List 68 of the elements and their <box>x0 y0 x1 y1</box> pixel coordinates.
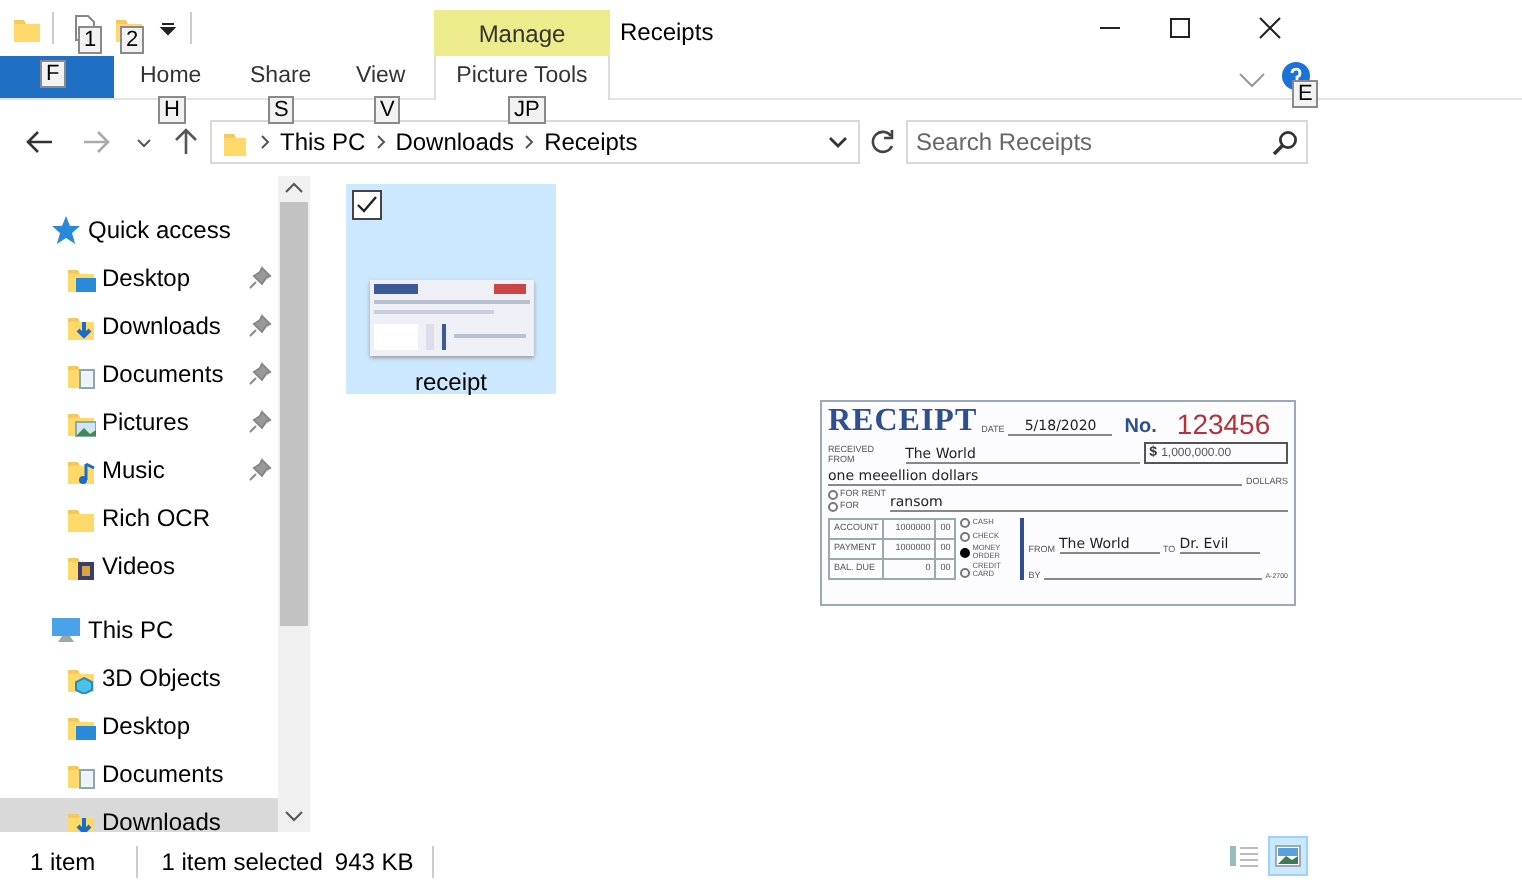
pin-icon[interactable] <box>248 410 272 434</box>
nav-item[interactable]: Documents <box>0 350 278 398</box>
keytip-tooltip: JP <box>508 96 546 124</box>
breadcrumb-item[interactable]: Receipts <box>544 124 638 160</box>
computer-icon <box>50 614 82 646</box>
breadcrumb-item[interactable]: Downloads <box>395 124 515 160</box>
pin-icon[interactable] <box>248 458 272 482</box>
pin-icon[interactable] <box>248 266 272 290</box>
scroll-up-icon[interactable] <box>284 182 304 194</box>
refresh-icon[interactable] <box>868 128 896 156</box>
keytip-tooltip: E <box>1292 80 1319 108</box>
large-icons-view-icon <box>1272 840 1304 872</box>
file-tile[interactable]: receipt <box>346 184 556 394</box>
nav-item[interactable]: Pictures <box>0 398 278 446</box>
selection-status: 1 item selected <box>161 846 323 880</box>
dropdown-icon[interactable] <box>828 134 848 150</box>
folder-icon <box>222 128 246 156</box>
dropdown-icon[interactable] <box>158 18 178 38</box>
nav-item[interactable]: Downloads <box>0 798 278 832</box>
view-button[interactable] <box>1268 836 1308 876</box>
nav-item[interactable]: 3D Objects <box>0 654 278 702</box>
item-count: 1 item <box>30 846 96 880</box>
keytip-tooltip: 1 <box>78 26 103 54</box>
keytip-tooltip: V <box>374 96 401 124</box>
window-title: Receipts <box>620 16 714 50</box>
receipt-number: 123456 <box>1176 410 1271 438</box>
keytip-tooltip: 2 <box>120 26 145 54</box>
checkbox[interactable] <box>352 190 382 220</box>
keytip-tooltip: H <box>158 96 186 124</box>
ribbon-tab[interactable]: Home <box>140 56 202 100</box>
nav-item[interactable]: Music <box>0 446 278 494</box>
search-field[interactable]: Search Receipts <box>906 120 1308 164</box>
up-arrow-icon[interactable] <box>174 126 198 154</box>
nav-item[interactable]: Quick access <box>0 206 278 254</box>
nav-item[interactable]: Desktop <box>0 254 278 302</box>
ribbon-tab[interactable]: Share <box>250 56 312 100</box>
scrollbar[interactable] <box>278 176 310 832</box>
pin-icon[interactable] <box>248 314 272 338</box>
chevron-icon[interactable] <box>260 134 270 150</box>
search-icon[interactable] <box>1272 130 1298 156</box>
details-view-icon <box>1228 840 1260 872</box>
scroll-down-icon[interactable] <box>284 810 304 822</box>
chevron-icon[interactable] <box>524 134 535 150</box>
breadcrumb-item[interactable]: This PC <box>280 124 366 160</box>
file-tab[interactable]: F <box>0 56 114 98</box>
number-label: No. <box>1124 418 1157 438</box>
nav-item[interactable]: Desktop <box>0 702 278 750</box>
pin-icon[interactable] <box>248 362 272 386</box>
keytip-tooltip: F <box>40 60 66 88</box>
receipt-title: RECEIPT <box>828 406 978 438</box>
file-name[interactable]: receipt <box>414 364 488 400</box>
nav-item[interactable]: Videos <box>0 542 278 590</box>
chevron-icon[interactable] <box>375 134 386 150</box>
address-bar[interactable]: This PC Downloads Receipts <box>210 120 860 164</box>
chevron-icon[interactable] <box>136 138 152 150</box>
nav-item[interactable]: Downloads <box>0 302 278 350</box>
nav-item[interactable]: Rich OCR <box>0 494 278 542</box>
ribbon-tab[interactable]: View <box>356 56 406 100</box>
keytip-tooltip: S <box>268 96 295 124</box>
file-size: 943 KB <box>334 846 414 880</box>
divider-bar <box>1020 518 1025 580</box>
star-icon <box>50 214 82 246</box>
folder-icon <box>12 14 40 42</box>
context-tab-label: Manage <box>434 10 610 56</box>
nav-item[interactable]: Documents <box>0 750 278 798</box>
nav-item[interactable]: This PC <box>0 606 278 654</box>
scrollbar-thumb[interactable] <box>280 202 308 626</box>
back-arrow-icon[interactable] <box>26 130 54 154</box>
